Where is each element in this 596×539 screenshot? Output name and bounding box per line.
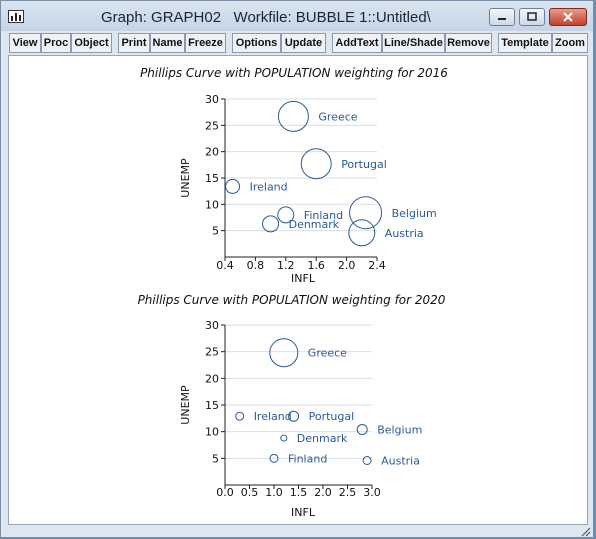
title-bar[interactable]: Graph: GRAPH02 Workfile: BUBBLE 1::Untit… (1, 1, 593, 31)
y-tick-label: 30 (205, 93, 219, 106)
graph-area[interactable]: Phillips Curve with POPULATION weighting… (8, 55, 588, 525)
name-button[interactable]: Name (150, 33, 185, 53)
x-tick-label: 2.4 (368, 259, 386, 272)
chart-1: Phillips Curve with POPULATION weighting… (140, 66, 448, 285)
x-tick-label: 2.0 (338, 259, 356, 272)
print-button[interactable]: Print (118, 33, 150, 53)
y-tick-label: 30 (205, 319, 219, 332)
view-button[interactable]: View (9, 33, 41, 53)
y-tick-label: 20 (205, 372, 219, 385)
y-axis-label: UNEMP (179, 385, 192, 425)
bubble-greece (269, 338, 299, 368)
bubble-ireland (225, 178, 241, 194)
x-tick-label: 1.2 (277, 259, 295, 272)
resize-grip-icon[interactable] (579, 525, 591, 537)
bubble-denmark (280, 434, 288, 442)
bubble-portugal (300, 148, 332, 180)
options-button[interactable]: Options (232, 33, 281, 53)
status-bar (1, 525, 593, 537)
bubble-label-denmark: Denmark (289, 218, 340, 231)
x-tick-label: 0.5 (241, 486, 259, 499)
bubble-greece (277, 100, 309, 132)
maximize-button[interactable] (519, 8, 545, 26)
x-tick-label: 2.0 (314, 486, 332, 499)
y-tick-label: 15 (205, 172, 219, 185)
x-tick-label: 1.6 (307, 259, 325, 272)
bubble-label-ireland: Ireland (254, 410, 292, 423)
bubble-belgium (356, 424, 368, 436)
maximize-icon (527, 12, 537, 21)
addtext-button[interactable]: AddText (332, 33, 382, 53)
graph-app-icon[interactable] (8, 10, 24, 23)
freeze-button[interactable]: Freeze (185, 33, 226, 53)
zoom-button[interactable]: Zoom (552, 33, 588, 53)
minimize-icon (498, 18, 506, 20)
bubble-label-greece: Greece (308, 347, 347, 360)
bubble-label-belgium: Belgium (392, 207, 437, 220)
bubble-label-denmark: Denmark (297, 432, 348, 445)
y-tick-label: 5 (212, 225, 219, 238)
chart-title: Phillips Curve with POPULATION weighting… (138, 293, 446, 307)
bubble-denmark (262, 215, 280, 233)
y-tick-label: 25 (205, 346, 219, 359)
template-button[interactable]: Template (498, 33, 552, 53)
y-tick-label: 25 (205, 119, 219, 132)
bubble-ireland (235, 411, 245, 421)
bubble-label-portugal: Portugal (309, 410, 355, 423)
y-tick-label: 10 (205, 426, 219, 439)
bubble-label-portugal: Portugal (341, 158, 387, 171)
y-tick-label: 20 (205, 146, 219, 159)
bubble-austria (362, 455, 372, 465)
x-tick-label: 2.5 (339, 486, 357, 499)
line-shade-button[interactable]: Line/Shade (382, 33, 445, 53)
object-button[interactable]: Object (71, 33, 112, 53)
x-tick-label: 0.4 (216, 259, 234, 272)
x-tick-label: 0.0 (216, 486, 234, 499)
minimize-button[interactable] (489, 8, 515, 26)
bubble-austria (348, 219, 376, 247)
graph-window: Graph: GRAPH02 Workfile: BUBBLE 1::Untit… (0, 0, 594, 537)
remove-button[interactable]: Remove (445, 33, 492, 53)
bubble-label-belgium: Belgium (377, 424, 422, 437)
y-tick-label: 5 (212, 452, 219, 465)
chart-2: Phillips Curve with POPULATION weighting… (138, 293, 446, 519)
chart-title: Phillips Curve with POPULATION weighting… (140, 66, 448, 80)
y-tick-label: 15 (205, 399, 219, 412)
update-button[interactable]: Update (281, 33, 326, 53)
x-tick-label: 0.8 (247, 259, 265, 272)
bubble-label-austria: Austria (385, 227, 424, 240)
toolbar: View Proc Object Print Name Freeze Optio… (9, 33, 589, 53)
graph-canvas: Phillips Curve with POPULATION weighting… (138, 66, 449, 519)
bubble-label-austria: Austria (381, 454, 420, 467)
bubble-label-finland: Finland (288, 452, 327, 465)
x-tick-label: 1.0 (265, 486, 283, 499)
y-tick-label: 10 (205, 198, 219, 211)
bubble-label-ireland: Ireland (250, 180, 288, 193)
proc-button[interactable]: Proc (41, 33, 71, 53)
bubble-label-greece: Greece (318, 110, 357, 123)
x-axis-label: INFL (291, 272, 316, 285)
window-title: Graph: GRAPH02 Workfile: BUBBLE 1::Untit… (101, 9, 431, 26)
bubble-belgium (349, 196, 383, 230)
close-button[interactable] (549, 8, 587, 26)
x-tick-label: 3.0 (363, 486, 381, 499)
close-icon (563, 12, 573, 22)
y-axis-label: UNEMP (179, 158, 192, 198)
x-tick-label: 1.5 (290, 486, 308, 499)
x-axis-label: INFL (291, 506, 316, 519)
